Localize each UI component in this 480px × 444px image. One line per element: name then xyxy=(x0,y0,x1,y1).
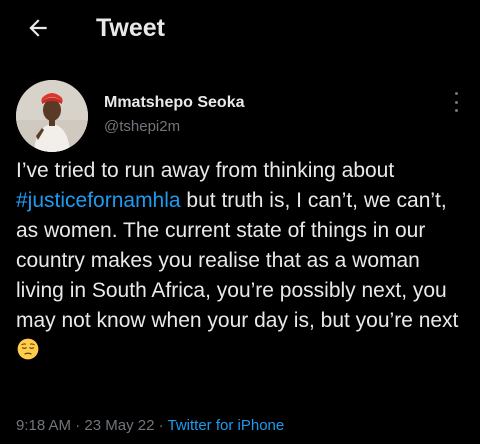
top-app-bar: Tweet xyxy=(0,0,480,56)
avatar[interactable] xyxy=(16,80,88,152)
hashtag-link[interactable]: #justicefornamhla xyxy=(16,189,181,212)
tweet-date: 23 May 22 xyxy=(84,417,155,434)
tweet-text-before-hashtag: I’ve tried to run away from thinking abo… xyxy=(16,159,395,182)
page-title: Tweet xyxy=(96,14,165,42)
tweet-author: Mmatshepo Seoka @tshepi2m xyxy=(16,80,464,152)
author-display-name[interactable]: Mmatshepo Seoka xyxy=(104,94,244,112)
arrow-left-icon xyxy=(29,19,47,37)
tweet-source-link[interactable]: Twitter for iPhone xyxy=(168,417,285,434)
more-options-button[interactable] xyxy=(448,92,464,112)
avatar-photo xyxy=(16,80,88,152)
meta-separator: · xyxy=(154,417,168,434)
tweet-meta: 9:18 AM · 23 May 22 · Twitter for iPhone xyxy=(16,416,284,436)
tweet-text: I’ve tried to run away from thinking abo… xyxy=(16,156,468,366)
pensive-face-emoji xyxy=(17,338,39,360)
back-button[interactable] xyxy=(22,12,54,44)
meta-separator: · xyxy=(71,417,85,434)
vertical-ellipsis-icon xyxy=(454,92,458,95)
author-handle[interactable]: @tshepi2m xyxy=(104,118,180,135)
tweet-time: 9:18 AM xyxy=(16,417,72,434)
